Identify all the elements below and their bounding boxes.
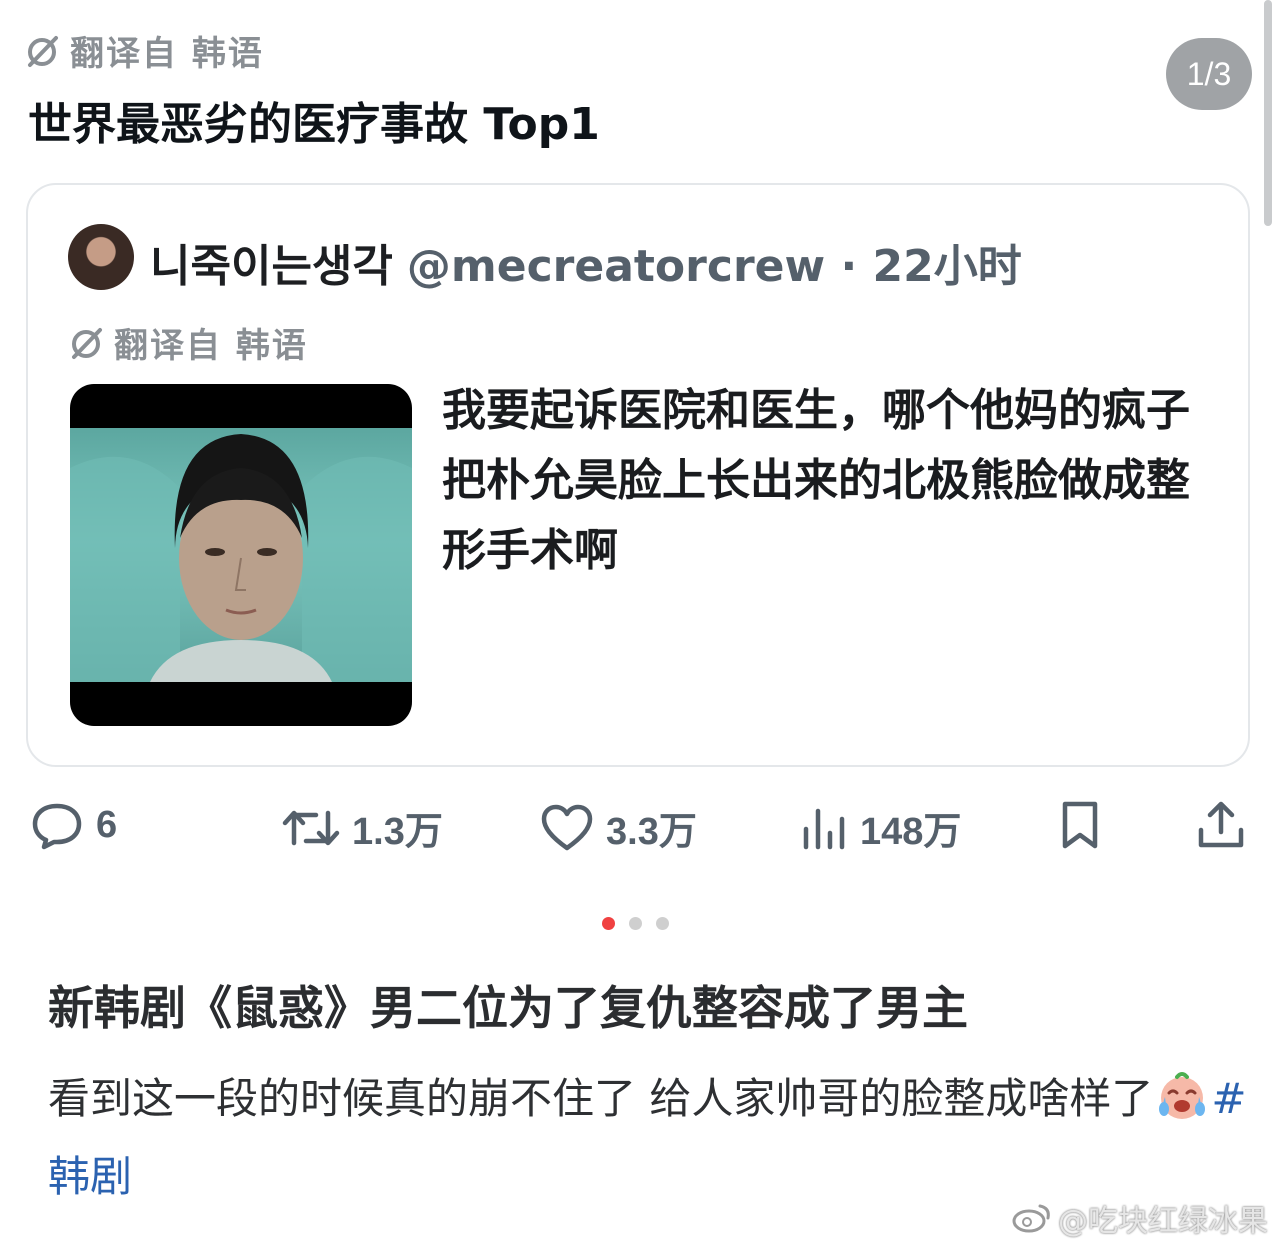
translate-icon xyxy=(72,327,102,359)
author-name[interactable]: 니죽이는생각 xyxy=(150,230,393,294)
quoted-translate-indicator[interactable]: 翻译自 韩语 xyxy=(68,318,308,367)
like-icon xyxy=(541,804,593,850)
bookmark-button[interactable] xyxy=(1058,800,1102,850)
post-body: 看到这一段的时候真的崩不住了 给人家帅哥的脸整成啥样了 #韩剧 xyxy=(48,1060,1248,1216)
views-button[interactable]: 148万 xyxy=(800,800,961,855)
like-button[interactable]: 3.3万 xyxy=(540,800,697,855)
carousel-dot-active[interactable] xyxy=(602,917,615,930)
views-icon xyxy=(803,808,845,849)
views-count: 148万 xyxy=(860,811,962,853)
translate-icon xyxy=(28,35,58,67)
post-title: 新韩剧《鼠惑》男二位为了复仇整容成了男主 xyxy=(48,981,968,1035)
tweet-headline: 世界最恶劣的医疗事故 Top1 xyxy=(28,99,600,150)
quoted-author-row: 니죽이는생각 @mecreatorcrew · 22小时 xyxy=(150,230,1022,294)
crying-face-emoji-icon xyxy=(1159,1072,1206,1119)
carousel-dot[interactable] xyxy=(629,917,642,930)
image-pager-indicator: 1/3 xyxy=(1166,38,1252,110)
weibo-logo-icon xyxy=(1012,1204,1050,1233)
translate-indicator[interactable]: 翻译自 韩语 xyxy=(24,26,264,75)
retweet-button[interactable]: 1.3万 xyxy=(282,800,443,855)
share-icon xyxy=(1198,801,1244,848)
retweet-count: 1.3万 xyxy=(352,811,443,853)
quoted-media-thumbnail[interactable] xyxy=(70,384,412,726)
reply-button[interactable]: 6 xyxy=(30,800,117,850)
reply-count: 6 xyxy=(96,803,118,846)
weibo-watermark: @吃块红绿冰果 xyxy=(1012,1196,1268,1240)
translate-label: 翻译自 韩语 xyxy=(70,34,264,74)
carousel-dot[interactable] xyxy=(656,917,669,930)
scrollbar[interactable] xyxy=(1264,0,1272,226)
post-body-text: 看到这一段的时候真的崩不住了 给人家帅哥的脸整成啥样了 xyxy=(48,1074,1154,1123)
quoted-tweet-text: 我要起诉医院和医生，哪个他妈的疯子把朴允昊脸上长出来的北极熊脸做成整形手术啊 xyxy=(442,385,1190,576)
like-count: 3.3万 xyxy=(606,811,697,853)
bookmark-icon xyxy=(1062,801,1098,849)
watermark-text: @吃块红绿冰果 xyxy=(1058,1204,1268,1239)
author-handle-time: @mecreatorcrew · 22小时 xyxy=(406,241,1022,292)
retweet-icon xyxy=(282,810,340,845)
share-button[interactable] xyxy=(1196,800,1246,850)
reply-icon xyxy=(32,803,82,850)
translate-label: 翻译自 韩语 xyxy=(114,326,308,366)
avatar[interactable] xyxy=(68,224,134,290)
media-still-frame xyxy=(70,428,412,682)
portrait-illustration xyxy=(70,434,412,682)
